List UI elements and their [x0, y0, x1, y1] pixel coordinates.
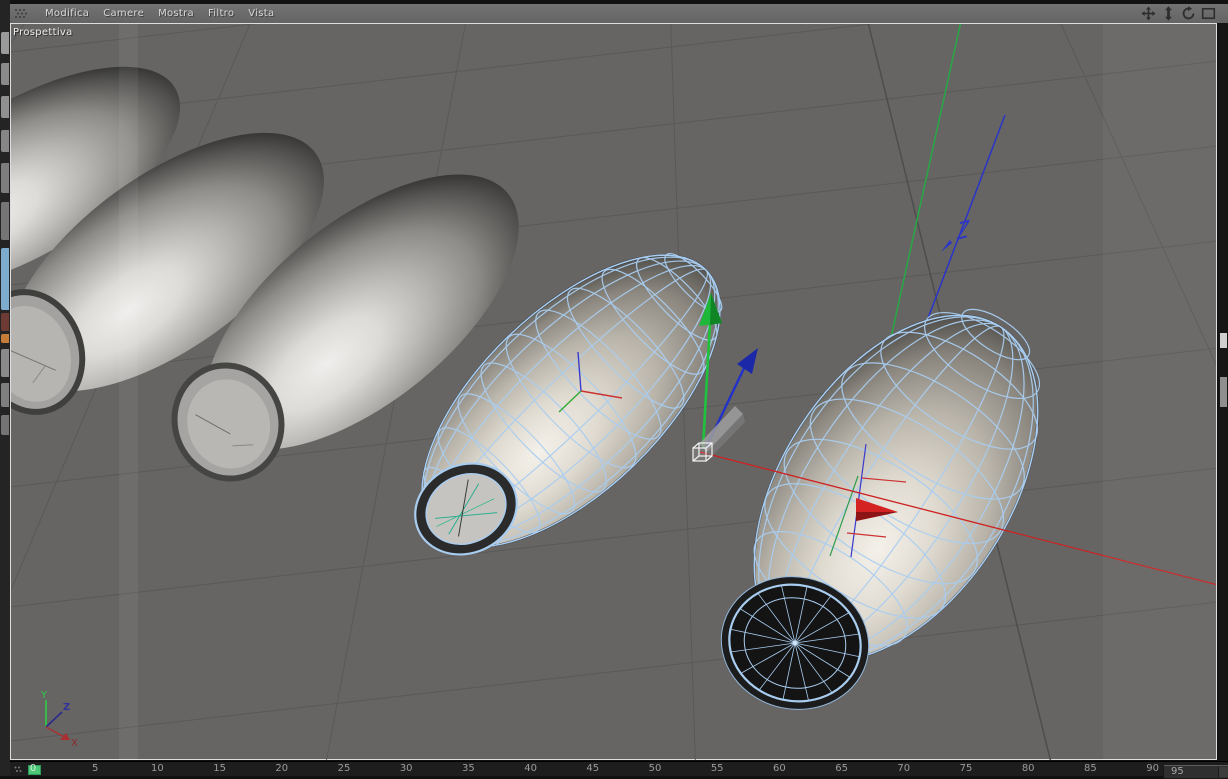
frame-tick-label: 45: [586, 763, 600, 774]
frame-tick-label: 5: [92, 763, 99, 774]
rotate-view-icon[interactable]: [1181, 6, 1196, 21]
maximize-view-icon[interactable]: [1201, 6, 1216, 21]
viewport-menu-bar: Modifica Camere Mostra Filtro Vista: [10, 4, 1228, 23]
frame-tick-label: 10: [151, 763, 164, 774]
egg-object-5-selected[interactable]: [696, 259, 1100, 723]
view-controls: [1141, 6, 1228, 21]
zoom-view-icon[interactable]: [1161, 6, 1176, 21]
frame-tick-label: 25: [337, 763, 351, 774]
sheen-band-left: [119, 24, 138, 760]
left-toolbar-clipped[interactable]: [0, 0, 10, 776]
frame-tick-label: 85: [1084, 763, 1097, 774]
end-frame-input[interactable]: 95: [1163, 765, 1228, 779]
toolbar-fragment: [1, 163, 9, 193]
toolbar-fragment: [1, 202, 9, 240]
frame-tick-label: 65: [835, 763, 848, 774]
menu-item[interactable]: Vista: [241, 8, 281, 19]
frame-tick-label: 0: [29, 763, 37, 774]
frame-tick-label: 60: [773, 763, 786, 774]
frame-tick-label: 50: [648, 763, 662, 774]
z-axis-arrowhead: [941, 240, 952, 252]
frame-tick-label: 30: [399, 763, 413, 774]
toolbar-fragment: [1, 334, 9, 343]
menu-item[interactable]: Camere: [96, 8, 151, 19]
gizmo-x-label: X: [71, 738, 78, 749]
toolbar-fragment: [1, 130, 9, 152]
grip-dots-icon[interactable]: [14, 8, 28, 19]
viewport-scene[interactable]: Z Y Z X: [0, 0, 1228, 776]
toolbar-fragment: [1, 32, 9, 54]
menu-item[interactable]: Filtro: [201, 8, 241, 19]
menu-item[interactable]: Mostra: [151, 8, 201, 19]
frame-tick-label: 55: [710, 763, 724, 774]
frame-tick-label: 75: [959, 763, 973, 774]
frame-tick-label: 40: [524, 763, 537, 774]
frame-tick-label: 15: [213, 763, 226, 774]
world-z-axis-label: Z: [955, 215, 971, 246]
frame-tick-label: 70: [897, 763, 911, 774]
toolbar-fragment: [1, 248, 9, 310]
orientation-gizmo: Y Z X: [40, 690, 78, 749]
frame-tick-label: 35: [462, 763, 475, 774]
toolbar-fragment: [1, 415, 9, 435]
gizmo-y-label: Y: [40, 690, 48, 701]
timeline-ruler[interactable]: 0 5 10 15 20 25 30 35 40 45 50 55 60 65 70 75 80 85 90 95: [10, 761, 1228, 779]
end-frame-value: 95: [1171, 766, 1184, 777]
toolbar-fragment: [1, 96, 9, 118]
right-panel-clipped: [1218, 0, 1228, 776]
frame-ruler: 0 5 10 15 20 25 30 35 40 45 50 55 60 65 70 75 80 85 90: [10, 762, 1160, 777]
application-window: { "menu_bar": { "items": ["Modifica", "C…: [0, 0, 1228, 779]
sheen-band-right: [1103, 24, 1216, 760]
toolbar-fragment: [1, 383, 9, 407]
frame-tick-label: 20: [275, 763, 289, 774]
toolbar-fragment: [1, 63, 9, 85]
toolbar-fragment: [1, 349, 9, 377]
menu-item[interactable]: Modifica: [38, 8, 96, 19]
panel-fragment: [1220, 333, 1227, 348]
frame-tick-label: 80: [1021, 763, 1035, 774]
pan-view-icon[interactable]: [1141, 6, 1156, 21]
toolbar-fragment: [1, 313, 9, 331]
menu-items: Modifica Camere Mostra Filtro Vista: [38, 8, 281, 19]
gizmo-z-label: Z: [63, 702, 70, 713]
panel-fragment: [1220, 377, 1227, 407]
viewport-title[interactable]: Prospettiva: [13, 27, 73, 38]
